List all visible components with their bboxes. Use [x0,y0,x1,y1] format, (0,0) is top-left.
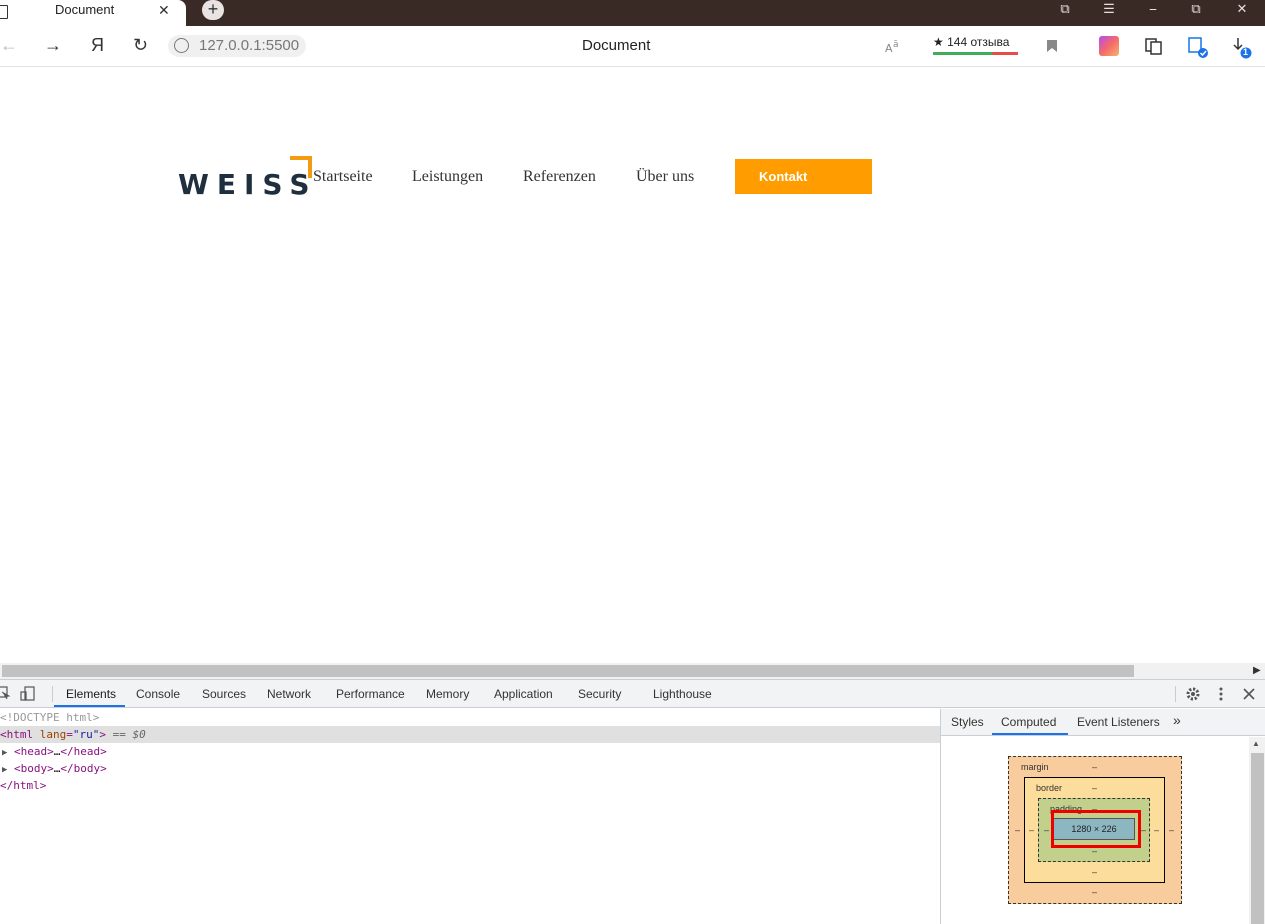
forward-button[interactable]: → [44,35,62,56]
tab-computed[interactable]: Computed [1001,715,1056,729]
scrollbar-thumb[interactable] [2,665,1134,677]
inspect-icon[interactable] [0,686,10,700]
nav-ueber-uns[interactable]: Über uns [636,168,694,186]
body-tag: body [20,762,48,775]
tabs-overview-icon[interactable]: ⧉ [1050,0,1080,20]
elements-tree: <!DOCTYPE html> <html lang="ru"> == $0 ▶… [0,709,940,924]
tab-styles[interactable]: Styles [951,715,984,729]
head-close-tag: head [73,745,101,758]
logo-corner-mark [290,156,312,178]
border-right-value: – [1154,825,1160,835]
devtools-toolbar: Elements Console Sources Network Perform… [0,680,1265,708]
back-button[interactable]: ← [0,35,18,56]
expand-triangle-icon[interactable]: ▶ [2,765,7,775]
tab-network[interactable]: Network [267,687,311,701]
address-bar: ← → Я ↻ 127.0.0.1:5500 Document A ā ★ 14… [0,26,1265,67]
devtools-panel: Elements Console Sources Network Perform… [0,679,1265,924]
reload-button[interactable]: ↻ [133,35,148,56]
scroll-up-arrow-icon[interactable]: ▲ [1252,739,1260,748]
tab-sources[interactable]: Sources [202,687,246,701]
device-toolbar-icon[interactable] [20,686,36,702]
bookmark-icon[interactable] [1046,39,1058,53]
margin-left-value: – [1015,825,1021,835]
toolbar-divider [1175,686,1176,702]
nav-referenzen[interactable]: Referenzen [523,168,596,186]
border-bottom-value: – [1092,867,1098,877]
active-tab-indicator [54,705,125,707]
document-icon [0,5,8,19]
head-tag: head [20,745,48,758]
toolbar-divider [52,686,53,702]
tab-application[interactable]: Application [494,687,553,701]
minimize-button[interactable]: ⎯ [1138,0,1168,20]
body-close-tag: body [73,762,101,775]
tab-close-button[interactable]: ✕ [158,2,170,19]
website-viewport [0,68,1265,663]
svg-text:A: A [885,42,893,54]
reviews-count: ★ 144 отзыва [933,35,1010,49]
yandex-icon[interactable]: Я [91,35,104,56]
border-label: border [1036,783,1063,793]
side-tabs: Styles Computed Event Listeners » [941,709,1265,736]
doctype-line[interactable]: <!DOCTYPE html> [0,709,99,726]
tab-event-listeners[interactable]: Event Listeners [1077,715,1160,729]
rating-bar [933,52,1018,55]
url-text: 127.0.0.1:5500 [199,37,300,54]
vertical-scrollbar[interactable]: ▲ [1249,737,1265,924]
collections-icon[interactable] [1144,36,1164,56]
tab-lighthouse[interactable]: Lighthouse [653,687,712,701]
nav-startseite[interactable]: Startseite [313,168,373,186]
active-side-tab-indicator [992,733,1068,735]
tab-title: Document [55,2,115,17]
globe-icon [174,38,189,53]
horizontal-scrollbar[interactable]: ▶ [0,663,1265,679]
kontakt-button[interactable]: Kontakt [735,159,872,194]
body-node[interactable]: ▶ <body>…</body> [2,760,107,777]
tab-memory[interactable]: Memory [426,687,469,701]
scrollbar-thumb[interactable] [1251,753,1264,924]
attr-value: "ru" [72,728,100,741]
margin-bottom-value: – [1092,887,1098,897]
browser-title-bar: Document ✕ + ⧉ ☰ ⎯ ⧉ ✕ [0,0,1265,26]
menu-icon[interactable]: ☰ [1094,0,1124,20]
scroll-right-arrow-icon[interactable]: ▶ [1253,665,1261,676]
browser-tab[interactable]: Document ✕ [0,0,186,26]
tab-security[interactable]: Security [578,687,621,701]
html-close-line[interactable]: </html> [0,777,46,794]
url-field[interactable]: 127.0.0.1:5500 [168,35,306,57]
tab-console[interactable]: Console [136,687,180,701]
translate-icon[interactable]: A ā [885,38,903,54]
margin-top-value: – [1092,762,1098,772]
expand-triangle-icon[interactable]: ▶ [2,748,7,758]
padding-right-value: – [1141,825,1147,835]
close-devtools-icon[interactable] [1242,687,1256,701]
protect-icon[interactable] [1187,36,1211,60]
selected-marker: == $0 [112,728,146,741]
padding-left-value: – [1044,825,1050,835]
html-tag: html [6,728,34,741]
page-title: Document [582,37,651,54]
settings-gear-icon[interactable] [1185,686,1201,702]
margin-right-value: – [1169,825,1175,835]
maximize-button[interactable]: ⧉ [1181,0,1211,20]
new-tab-button[interactable]: + [202,0,224,20]
html-open-line[interactable]: <html lang="ru"> == $0 [0,726,940,743]
nav-leistungen[interactable]: Leistungen [412,168,483,186]
more-tabs-icon[interactable]: » [1173,712,1181,728]
tab-performance[interactable]: Performance [336,687,405,701]
more-options-icon[interactable] [1216,686,1226,702]
extension-icon[interactable] [1099,36,1119,56]
border-left-value: – [1029,825,1035,835]
close-window-button[interactable]: ✕ [1227,0,1257,20]
reviews-widget[interactable]: ★ 144 отзыва [933,33,1018,55]
tab-elements[interactable]: Elements [66,687,116,701]
margin-label: margin [1021,762,1049,772]
svg-text:ā: ā [893,40,899,50]
head-node[interactable]: ▶ <head>…</head> [2,743,107,760]
downloads-badge: 1 [1243,47,1249,57]
border-top-value: – [1092,783,1098,793]
attr-name: lang [39,728,67,741]
annotation-highlight-box [1051,810,1141,848]
